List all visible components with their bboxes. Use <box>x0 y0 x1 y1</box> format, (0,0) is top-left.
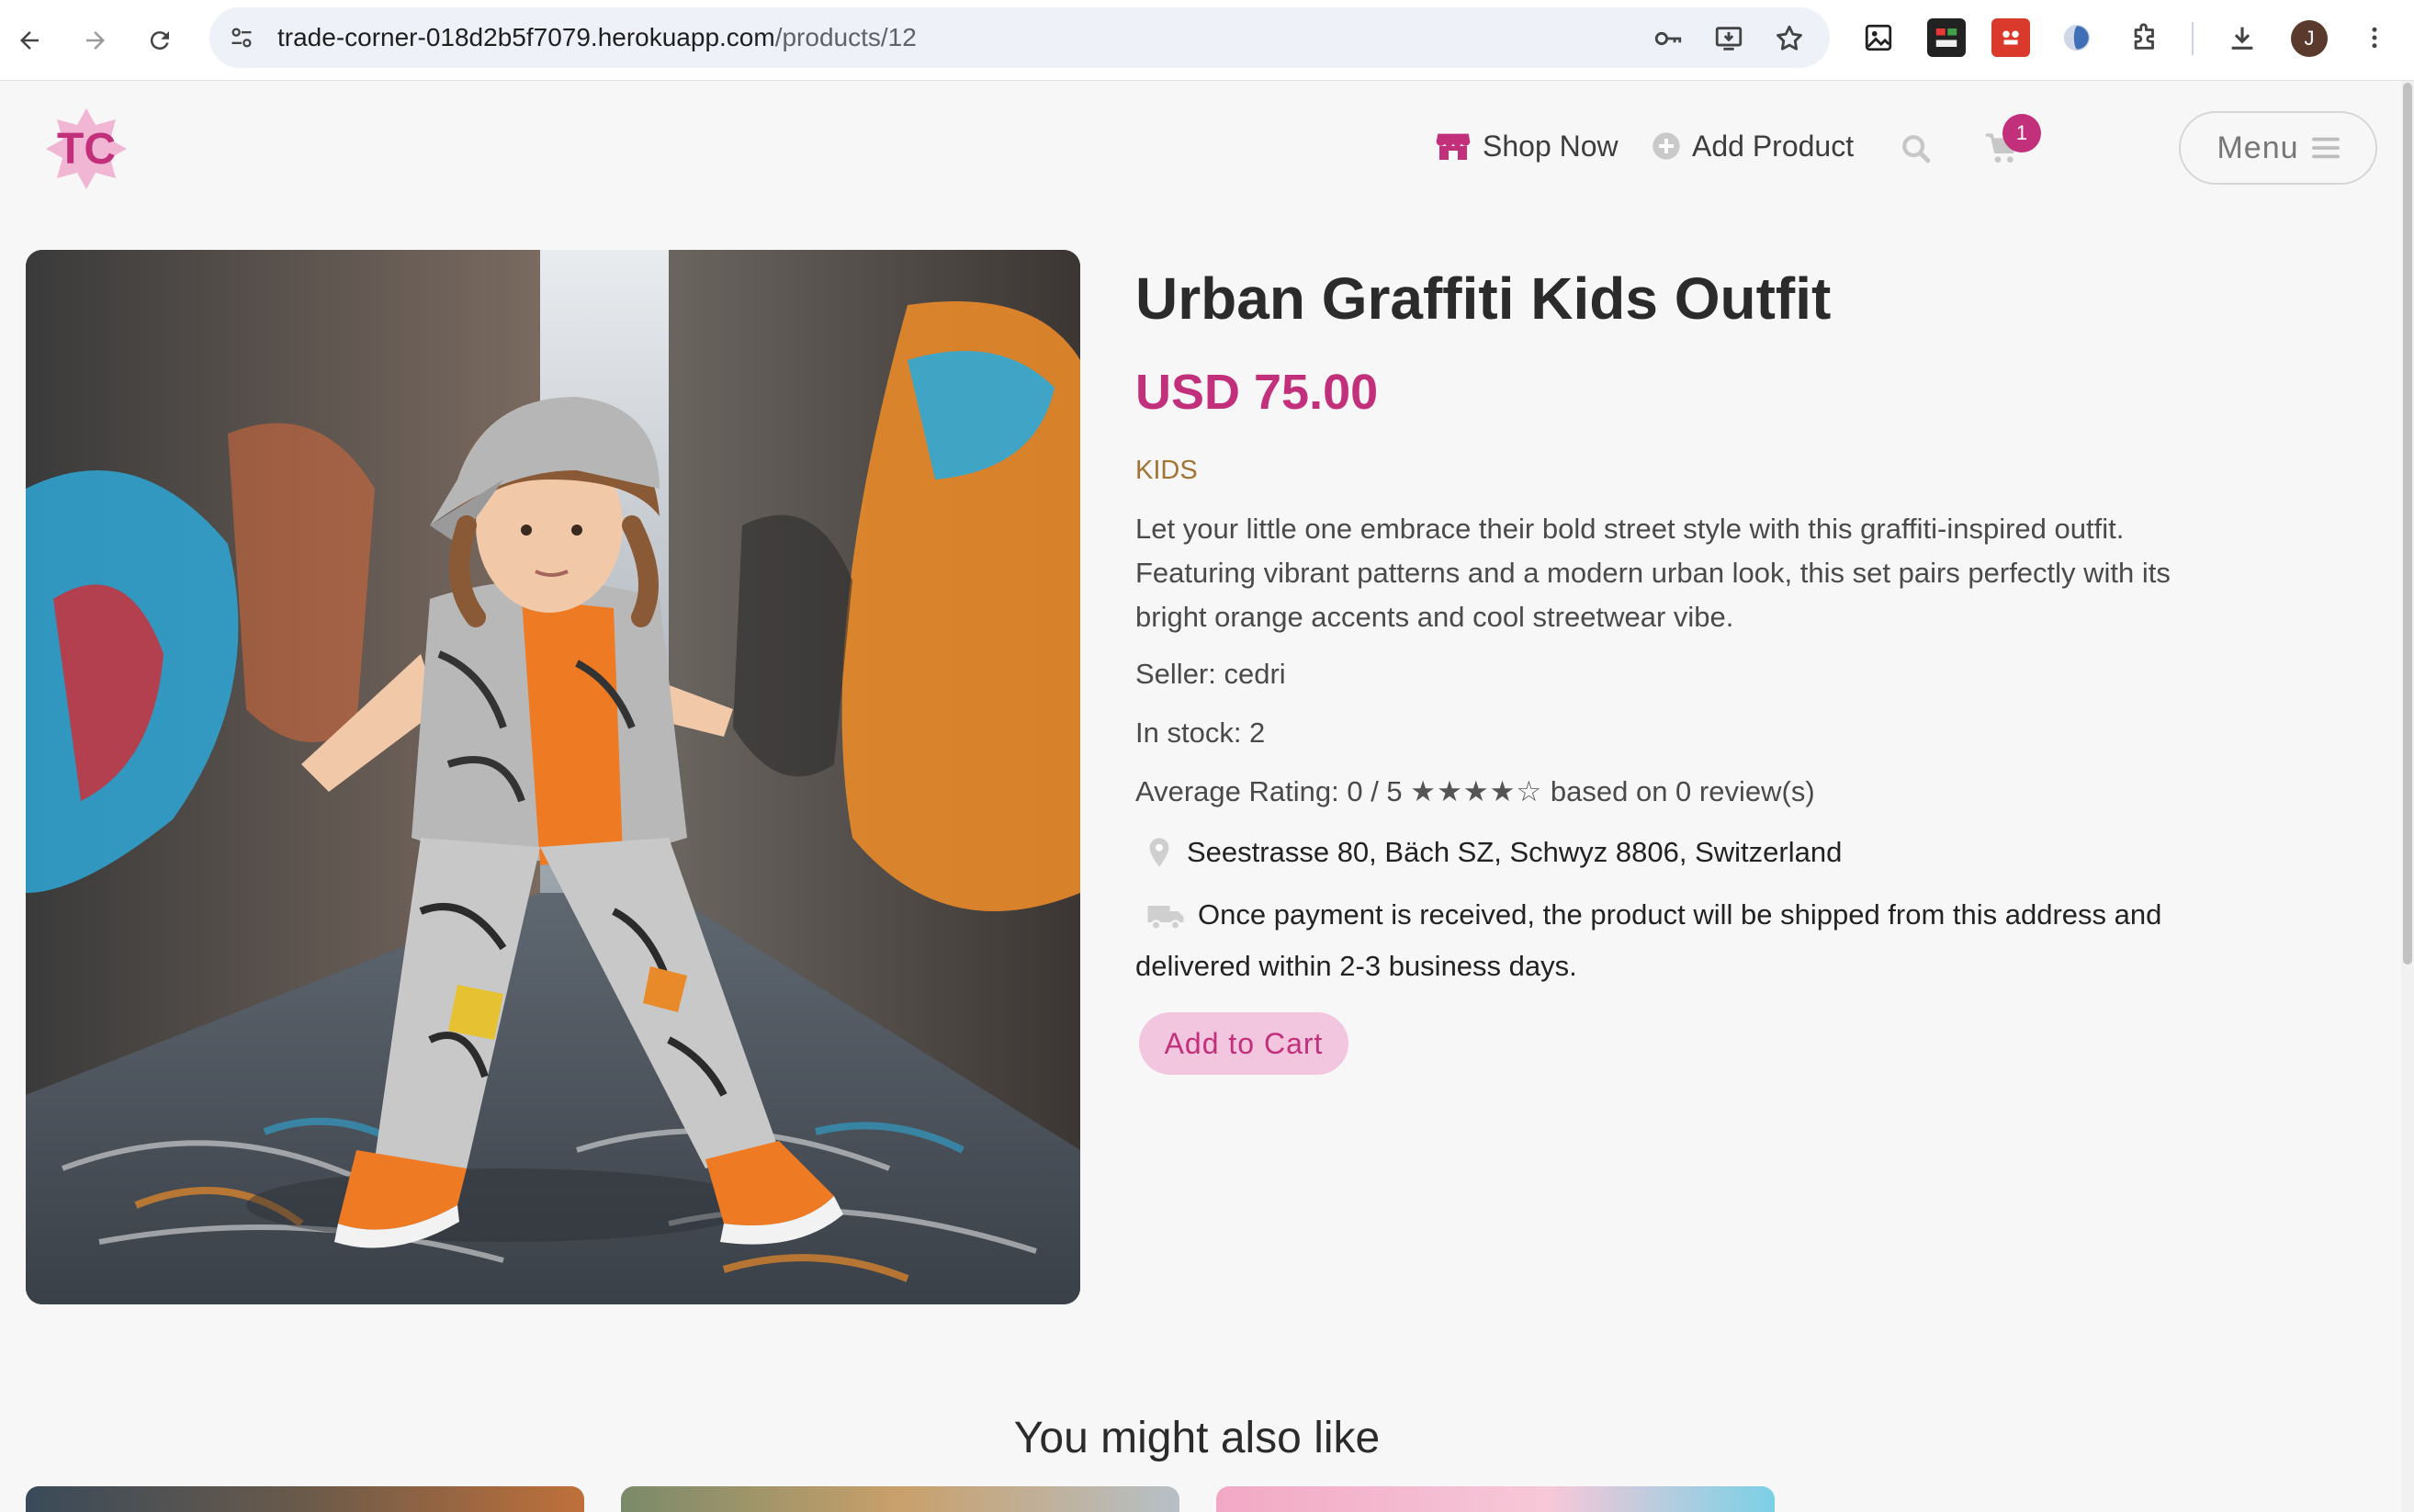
recommendation-card[interactable] <box>1216 1486 1775 1512</box>
cart-count-badge: 1 <box>2002 114 2041 152</box>
back-button[interactable] <box>6 17 53 64</box>
product-seller: Seller: cedri <box>1135 658 1286 690</box>
menu-label: Menu <box>2217 130 2299 165</box>
product-price: USD 75.00 <box>1135 365 1379 420</box>
image-extension-icon[interactable] <box>1859 18 1898 57</box>
map-pin-icon <box>1149 838 1169 867</box>
search-icon[interactable] <box>1898 130 1935 167</box>
rating-stars: ★★★★☆ <box>1410 775 1543 807</box>
recommendation-card[interactable] <box>26 1486 584 1512</box>
password-key-icon[interactable] <box>1650 20 1686 57</box>
hamburger-icon <box>2311 137 2340 159</box>
menu-button[interactable]: Menu <box>2179 111 2377 185</box>
more-vert-icon[interactable] <box>2355 18 2394 57</box>
extensions-puzzle-icon[interactable] <box>2126 18 2164 57</box>
product-rating: Average Rating: 0 / 5 ★★★★☆ based on 0 r… <box>1135 775 1815 808</box>
page-scrollbar[interactable] <box>2401 81 2414 1512</box>
nav-add-product[interactable]: Add Product <box>1652 125 1854 167</box>
rating-prefix: Average Rating: 0 / 5 <box>1135 775 1403 807</box>
store-icon <box>1436 133 1471 160</box>
url-path: /products/12 <box>774 23 917 51</box>
bookmark-star-icon[interactable] <box>1771 20 1808 57</box>
nav-shop-now[interactable]: Shop Now <box>1435 125 1619 167</box>
logo-text: TC <box>57 125 116 174</box>
install-app-icon[interactable] <box>1710 20 1747 57</box>
forward-icon <box>86 31 105 50</box>
product-stock: In stock: 2 <box>1135 717 1266 749</box>
recommendations-heading: You might also like <box>1013 1414 1381 1462</box>
rating-suffix: based on 0 review(s) <box>1550 775 1815 807</box>
nav-add-product-label: Add Product <box>1692 129 1855 163</box>
download-icon[interactable] <box>2223 18 2262 57</box>
browser-toolbar: trade-corner-018d2b5f7079.herokuapp.com/… <box>0 0 2414 81</box>
site-logo[interactable]: TC <box>44 107 129 191</box>
nav-shop-now-label: Shop Now <box>1483 129 1619 163</box>
extension-red-icon[interactable] <box>1991 18 2030 57</box>
toolbar-separator <box>2192 22 2194 55</box>
forward-button[interactable] <box>72 17 119 64</box>
product-category[interactable]: KIDS <box>1135 456 1198 486</box>
extension-dark-icon[interactable] <box>1927 18 1966 57</box>
reload-button[interactable] <box>136 17 184 64</box>
shipping-note: Once payment is received, the product wi… <box>1135 889 2238 992</box>
scrollbar-thumb[interactable] <box>2403 83 2412 965</box>
address-bar[interactable]: trade-corner-018d2b5f7079.herokuapp.com/… <box>209 7 1830 68</box>
profile-avatar[interactable]: J <box>2291 20 2328 57</box>
plus-circle-icon <box>1653 132 1680 160</box>
site-settings-icon[interactable] <box>224 20 259 55</box>
seller-address: Seestrasse 80, Bäch SZ, Schwyz 8806, Swi… <box>1146 836 1842 869</box>
shipping-note-text: Once payment is received, the product wi… <box>1135 898 2162 982</box>
truck-icon <box>1147 905 1184 931</box>
url-host: trade-corner-018d2b5f7079.herokuapp.com <box>277 23 775 51</box>
add-to-cart-button[interactable]: Add to Cart <box>1139 1012 1348 1075</box>
extension-blue-icon[interactable] <box>2058 18 2096 57</box>
address-text: Seestrasse 80, Bäch SZ, Schwyz 8806, Swi… <box>1187 836 1843 868</box>
product-image <box>26 250 1080 1304</box>
reload-icon <box>150 31 169 51</box>
recommendation-card[interactable] <box>621 1486 1179 1512</box>
back-icon <box>20 31 39 50</box>
product-title: Urban Graffiti Kids Outfit <box>1135 265 1832 332</box>
url-text: trade-corner-018d2b5f7079.herokuapp.com/… <box>277 7 917 68</box>
product-description: Let your little one embrace their bold s… <box>1135 513 2171 633</box>
